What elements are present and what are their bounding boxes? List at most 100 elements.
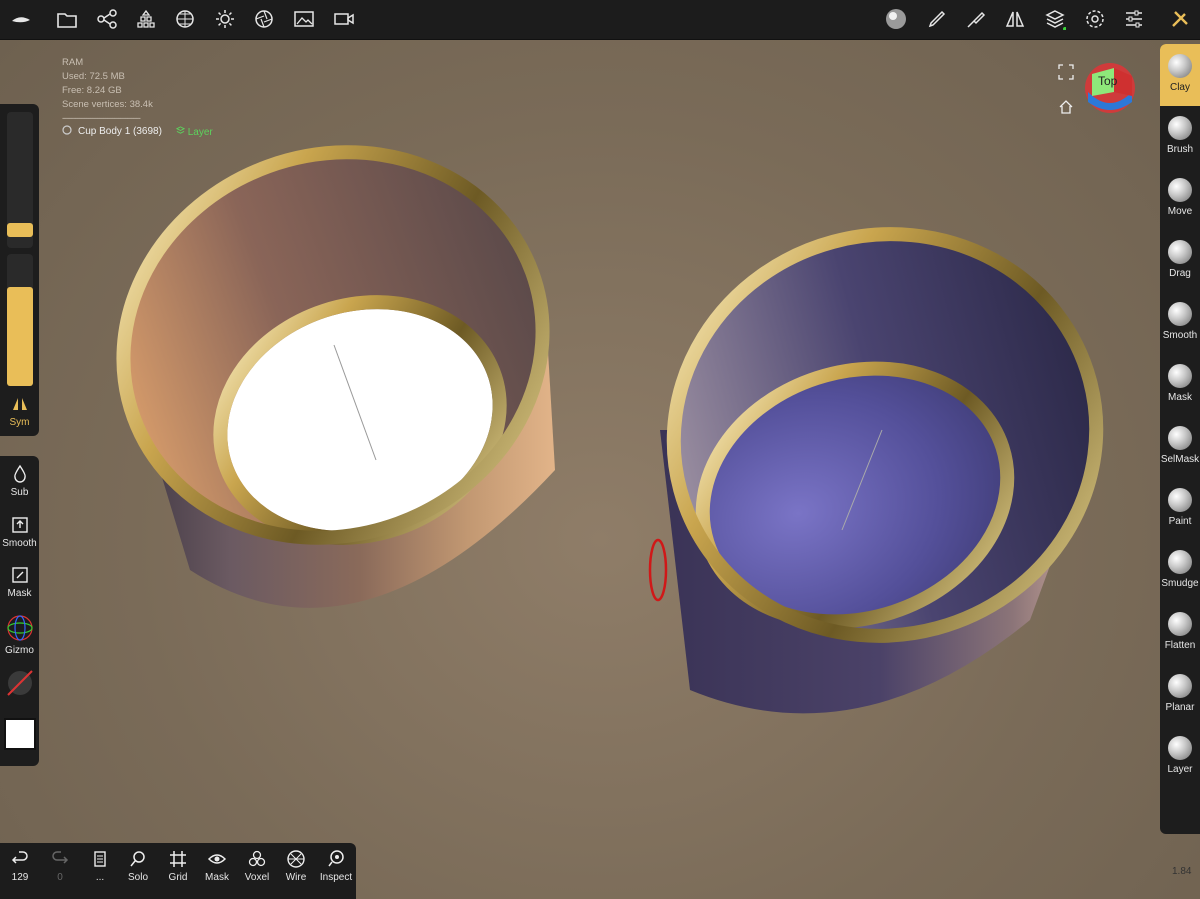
divider: ------------------------------------ [62, 113, 141, 124]
brush-label: Smudge [1161, 578, 1199, 589]
radius-slider-handle[interactable] [7, 223, 33, 238]
eye-icon [207, 849, 227, 869]
material-sphere-icon[interactable] [174, 8, 196, 30]
drop-icon [10, 464, 30, 484]
mask-box-icon [10, 565, 30, 585]
brush-selmask[interactable]: SelMask [1160, 416, 1200, 478]
symmetry-icon[interactable] [1004, 8, 1026, 30]
folder-icon[interactable] [56, 8, 78, 30]
stroke-settings-icon[interactable] [965, 8, 987, 30]
alpha-texture-button[interactable] [0, 668, 39, 701]
brush-flatten[interactable]: Flatten [1160, 602, 1200, 664]
object-icon [62, 125, 72, 138]
mask-brush-icon [1168, 364, 1192, 388]
ram-free: Free: 8.24 GB [62, 85, 122, 96]
wireframe-icon [286, 849, 306, 869]
matcap-ball-icon[interactable] [885, 8, 907, 30]
inspect-icon [326, 849, 346, 869]
layer-indicator[interactable]: Layer [175, 125, 213, 138]
brush-clay[interactable]: Clay [1160, 44, 1200, 106]
object-name: Cup Body 1 (3698) [78, 126, 162, 137]
video-camera-icon[interactable] [333, 8, 355, 30]
symmetry-icon [10, 394, 30, 414]
grid-icon [168, 849, 188, 869]
smooth-box-icon [10, 515, 30, 535]
camera-aperture-icon[interactable] [253, 8, 275, 30]
sub-toggle[interactable]: Sub [0, 464, 39, 498]
ram-used: Used: 72.5 MB [62, 71, 125, 82]
brush-label: Mask [1168, 392, 1192, 403]
brush-tool-icon[interactable] [926, 8, 948, 30]
history-button[interactable]: ... [80, 849, 120, 883]
voxel-label: Voxel [244, 872, 270, 883]
cup-body-right [648, 227, 1104, 714]
solo-button[interactable]: Solo [118, 849, 158, 883]
view-cube[interactable]: Top [1084, 62, 1136, 114]
cup-body-left [116, 145, 555, 608]
voxel-button[interactable]: Voxel [237, 849, 277, 883]
selmask-brush-icon [1168, 426, 1192, 450]
intensity-slider-fill[interactable] [7, 287, 33, 386]
radius-slider[interactable] [7, 112, 33, 248]
undo-button[interactable]: 129 [0, 849, 40, 883]
scene-graph-icon[interactable] [96, 8, 118, 30]
smooth-label: Smooth [2, 538, 37, 549]
smooth-brush-icon [1168, 302, 1192, 326]
image-icon[interactable] [293, 8, 315, 30]
brush-label: Flatten [1164, 640, 1196, 651]
stats-overlay: RAM Used: 72.5 MB Free: 8.24 GB Scene ve… [62, 56, 153, 126]
app-logo-icon[interactable] [10, 8, 32, 30]
symmetry-toggle[interactable]: Sym [0, 394, 39, 428]
wire-label: Wire [285, 872, 307, 883]
lighting-sun-icon[interactable] [214, 8, 236, 30]
wire-button[interactable]: Wire [276, 849, 316, 883]
brush-panel: Clay Brush Move Drag Smooth Mask SelMask Paint S… [1160, 44, 1200, 834]
brush-planar[interactable]: Planar [1160, 664, 1200, 726]
color-swatch-button[interactable] [0, 718, 39, 753]
drag-brush-icon [1168, 240, 1192, 264]
move-brush-icon [1168, 178, 1192, 202]
brush-drag[interactable]: Drag [1160, 230, 1200, 292]
brush-mask[interactable]: Mask [1160, 354, 1200, 416]
brush-smudge[interactable]: Smudge [1160, 540, 1200, 602]
color-swatch [3, 718, 36, 750]
brush-layer[interactable]: Layer [1160, 726, 1200, 788]
sym-label: Sym [9, 417, 30, 428]
settings-gear-icon[interactable] [1084, 8, 1106, 30]
intensity-slider[interactable] [7, 254, 33, 386]
tools-icon[interactable] [1169, 8, 1191, 30]
brush-move[interactable]: Move [1160, 168, 1200, 230]
smooth-shortcut[interactable]: Smooth [0, 515, 39, 549]
gizmo-toggle[interactable]: Gizmo [0, 614, 39, 656]
redo-button[interactable]: 0 [40, 849, 80, 883]
grid-label: Grid [168, 872, 188, 883]
mask-visibility-button[interactable]: Mask [197, 849, 237, 883]
mask-label: Mask [205, 872, 229, 883]
top-toolbar [0, 0, 1200, 40]
brush-label: Layer [1167, 764, 1193, 775]
planar-brush-icon [1168, 674, 1192, 698]
redo-count: 0 [57, 872, 63, 883]
undo-icon [10, 849, 30, 869]
grid-button[interactable]: Grid [158, 849, 198, 883]
brush-smooth[interactable]: Smooth [1160, 292, 1200, 354]
smudge-brush-icon [1168, 550, 1192, 574]
mask-shortcut[interactable]: Mask [0, 565, 39, 599]
brush-brush-icon [1168, 116, 1192, 140]
sliders-icon[interactable] [1123, 8, 1145, 30]
brush-label: Clay [1169, 82, 1190, 93]
bottom-toolbar: 129 0 ... Solo Grid Mask Voxel Wire Insp… [0, 843, 356, 899]
layers-icon[interactable] [1044, 8, 1066, 30]
history-stack-icon [90, 849, 110, 869]
inspect-button[interactable]: Inspect [316, 849, 356, 883]
active-object-row[interactable]: Cup Body 1 (3698) Layer [62, 125, 213, 138]
brush-paint[interactable]: Paint [1160, 478, 1200, 540]
brush-brush[interactable]: Brush [1160, 106, 1200, 168]
fullscreen-icon[interactable] [1058, 64, 1074, 80]
primitives-icon[interactable] [135, 8, 157, 30]
brush-label: Smooth [1162, 330, 1198, 341]
brush-label: Planar [1165, 702, 1195, 713]
magnifier-icon [128, 849, 148, 869]
home-icon[interactable] [1058, 99, 1074, 115]
sub-label: Sub [10, 487, 29, 498]
